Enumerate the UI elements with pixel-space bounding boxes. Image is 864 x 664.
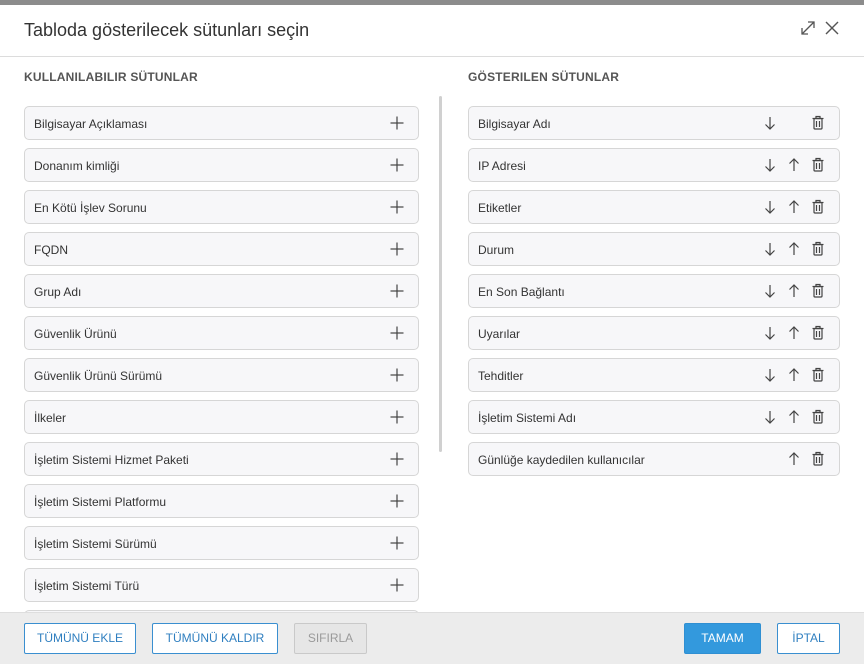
plus-icon[interactable] [389, 577, 405, 593]
shown-column-item[interactable]: Tehditler [468, 358, 840, 392]
plus-icon[interactable] [389, 115, 405, 131]
shown-column-label: Bilgisayar Adı [478, 117, 551, 131]
arrow-down-icon[interactable] [762, 157, 778, 173]
shown-column-label: Etiketler [478, 201, 522, 215]
dialog-footer: TÜMÜNÜ EKLE TÜMÜNÜ KALDIR SIFIRLA TAMAM … [0, 612, 864, 664]
available-column-item[interactable]: Bilgisayar Açıklaması [24, 106, 419, 140]
plus-icon[interactable] [389, 451, 405, 467]
arrow-down-icon[interactable] [762, 241, 778, 257]
available-column-item[interactable]: İşletim Sistemi Türü [24, 568, 419, 602]
cancel-button[interactable]: İPTAL [777, 623, 840, 654]
arrow-down-icon[interactable] [762, 199, 778, 215]
available-column-item[interactable]: İlkeler [24, 400, 419, 434]
trash-icon[interactable] [810, 157, 826, 173]
arrow-up-icon[interactable] [786, 283, 802, 299]
shown-column-item[interactable]: İşletim Sistemi Adı [468, 400, 840, 434]
available-column-label: En Kötü İşlev Sorunu [34, 201, 147, 215]
add-all-button[interactable]: TÜMÜNÜ EKLE [24, 623, 136, 654]
arrow-up-icon[interactable] [786, 451, 802, 467]
trash-icon[interactable] [810, 325, 826, 341]
available-column-item[interactable]: Grup Adı [24, 274, 419, 308]
remove-all-button[interactable]: TÜMÜNÜ KALDIR [152, 623, 278, 654]
available-column-label: Grup Adı [34, 285, 82, 299]
plus-icon[interactable] [389, 199, 405, 215]
shown-column-label: Uyarılar [478, 327, 521, 341]
plus-icon[interactable] [389, 283, 405, 299]
arrow-up-icon[interactable] [786, 199, 802, 215]
plus-icon[interactable] [389, 535, 405, 551]
available-column-label: Donanım kimliği [34, 159, 120, 173]
plus-icon[interactable] [389, 493, 405, 509]
plus-icon[interactable] [389, 409, 405, 425]
available-columns-heading: KULLANILABILIR SÜTUNLAR [24, 70, 198, 84]
trash-icon[interactable] [810, 115, 826, 131]
arrow-down-icon[interactable] [762, 367, 778, 383]
available-column-item[interactable]: İşletim Sistemi Hizmet Paketi [24, 442, 419, 476]
available-column-item[interactable]: İşletim Sistemi Platformu [24, 484, 419, 518]
available-column-label: İlkeler [34, 411, 67, 425]
arrow-up-icon[interactable] [786, 409, 802, 425]
expand-icon[interactable] [799, 19, 817, 37]
available-column-item[interactable]: FQDN [24, 232, 419, 266]
available-column-label: Güvenlik Ürünü Sürümü [34, 369, 163, 383]
plus-icon[interactable] [389, 325, 405, 341]
available-column-label: İşletim Sistemi Türü [34, 579, 140, 593]
shown-column-label: Durum [478, 243, 515, 257]
available-column-label: Güvenlik Ürünü [34, 327, 117, 341]
shown-column-label: En Son Bağlantı [478, 285, 565, 299]
trash-icon[interactable] [810, 451, 826, 467]
shown-column-item[interactable]: Bilgisayar Adı [468, 106, 840, 140]
trash-icon[interactable] [810, 241, 826, 257]
shown-column-label: Tehditler [478, 369, 524, 383]
dialog-header: Tabloda gösterilecek sütunları seçin [0, 5, 864, 57]
close-icon[interactable] [823, 19, 841, 37]
shown-column-item[interactable]: Durum [468, 232, 840, 266]
arrow-up-icon[interactable] [786, 241, 802, 257]
trash-icon[interactable] [810, 409, 826, 425]
shown-column-item[interactable]: Etiketler [468, 190, 840, 224]
arrow-down-icon[interactable] [762, 325, 778, 341]
available-column-item[interactable]: Donanım kimliği [24, 148, 419, 182]
available-column-label: İşletim Sistemi Sürümü [34, 537, 157, 551]
available-column-label: FQDN [34, 243, 68, 257]
arrow-down-icon[interactable] [762, 115, 778, 131]
dialog-title: Tabloda gösterilecek sütunları seçin [24, 20, 310, 40]
arrow-down-icon[interactable] [762, 283, 778, 299]
shown-columns-heading: GÖSTERILEN SÜTUNLAR [468, 70, 620, 84]
shown-columns-list: Bilgisayar Adı IP Adresi Etiketler Durum En … [444, 96, 864, 612]
reset-button: SIFIRLA [294, 623, 367, 654]
shown-column-label: İşletim Sistemi Adı [478, 411, 577, 425]
shown-column-item[interactable]: Günlüğe kaydedilen kullanıcılar [468, 442, 840, 476]
shown-column-item[interactable]: Uyarılar [468, 316, 840, 350]
available-column-label: İşletim Sistemi Platformu [34, 495, 167, 509]
available-column-label: İşletim Sistemi Hizmet Paketi [34, 453, 189, 467]
available-columns-list: Bilgisayar Açıklaması Donanım kimliği En K… [0, 96, 440, 612]
plus-icon[interactable] [389, 367, 405, 383]
plus-icon[interactable] [389, 241, 405, 257]
trash-icon[interactable] [810, 199, 826, 215]
shown-column-label: Günlüğe kaydedilen kullanıcılar [478, 453, 645, 467]
plus-icon[interactable] [389, 157, 405, 173]
arrow-up-icon[interactable] [786, 325, 802, 341]
available-column-item[interactable]: İşletim Sistemi Sürümü [24, 526, 419, 560]
ok-button[interactable]: TAMAM [684, 623, 761, 654]
shown-column-label: IP Adresi [478, 159, 526, 173]
available-column-item[interactable]: En Kötü İşlev Sorunu [24, 190, 419, 224]
shown-column-item[interactable]: En Son Bağlantı [468, 274, 840, 308]
available-column-item[interactable]: Güvenlik Ürünü [24, 316, 419, 350]
shown-column-item[interactable]: IP Adresi [468, 148, 840, 182]
available-column-label: Bilgisayar Açıklaması [34, 117, 148, 131]
arrow-up-icon[interactable] [786, 157, 802, 173]
trash-icon[interactable] [810, 367, 826, 383]
trash-icon[interactable] [810, 283, 826, 299]
arrow-down-icon[interactable] [762, 409, 778, 425]
available-column-item[interactable]: Güvenlik Ürünü Sürümü [24, 358, 419, 392]
scrollbar-thumb[interactable] [439, 96, 442, 452]
arrow-up-icon[interactable] [786, 367, 802, 383]
